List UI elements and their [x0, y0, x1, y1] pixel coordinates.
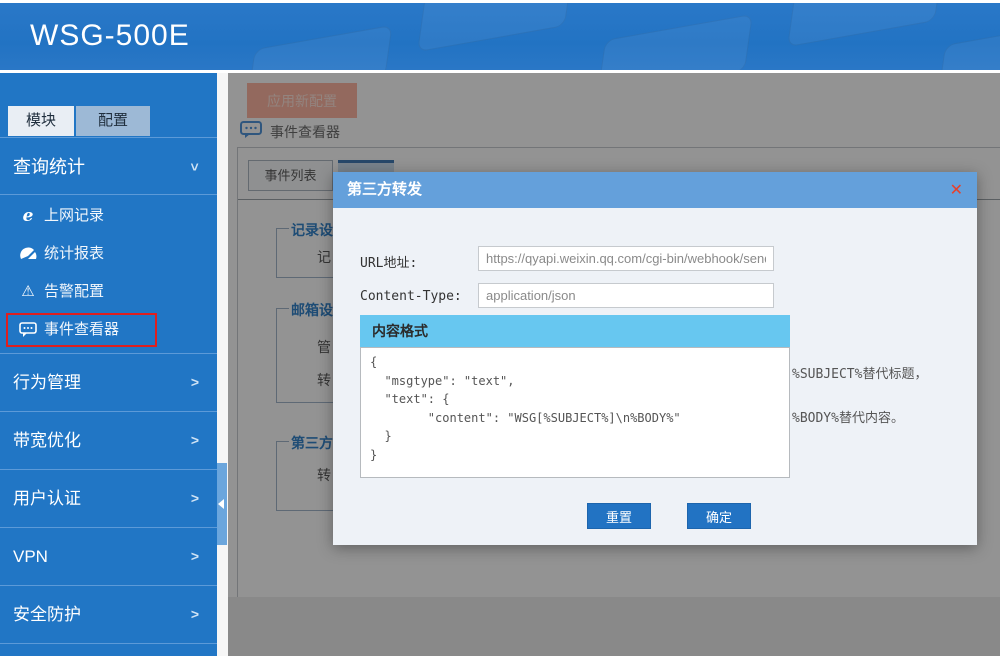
keyboard-texture — [787, 3, 943, 47]
sidebar-group-query-stats[interactable]: 查询统计 > — [0, 137, 217, 195]
chevron-right-icon: > — [191, 606, 199, 622]
sidebar-item-security-protection[interactable]: 安全防护 > — [0, 585, 217, 643]
chevron-right-icon: > — [191, 432, 199, 448]
sidebar-sections: 行为管理 > 带宽优化 > 用户认证 > VPN > 安全防护 > — [0, 353, 217, 656]
content-type-label: Content-Type: — [360, 289, 462, 304]
sidebar-collapse-handle[interactable] — [217, 463, 227, 545]
sidebar-item-behavior-management[interactable]: 行为管理 > — [0, 353, 217, 411]
sidebar-item-statistics-report[interactable]: 统计报表 — [0, 235, 217, 273]
sidebar-tab-config[interactable]: 配置 — [76, 106, 150, 136]
sidebar-tab-module[interactable]: 模块 — [8, 106, 74, 136]
sidebar-item-label: 统计报表 — [44, 245, 104, 262]
sidebar-section-partial — [0, 643, 217, 656]
sidebar-item-label: 告警配置 — [44, 283, 104, 300]
chevron-right-icon: > — [191, 490, 199, 506]
section-label: 带宽优化 — [13, 412, 81, 469]
url-input[interactable] — [478, 246, 774, 271]
sidebar-item-user-authentication[interactable]: 用户认证 > — [0, 469, 217, 527]
section-label: 安全防护 — [13, 586, 81, 643]
close-icon[interactable]: ✕ — [950, 181, 963, 199]
reset-button[interactable]: 重置 — [587, 503, 651, 529]
chevron-right-icon: > — [191, 374, 199, 390]
ie-icon: e — [18, 206, 38, 226]
url-field-label: URL地址: — [360, 252, 417, 271]
ok-button[interactable]: 确定 — [687, 503, 751, 529]
section-label: 行为管理 — [13, 354, 81, 411]
sidebar-item-alarm-config[interactable]: ⚠ 告警配置 — [0, 273, 217, 311]
collapse-arrow-icon — [218, 499, 224, 509]
dialog-titlebar[interactable]: 第三方转发 ✕ — [333, 172, 977, 208]
keyboard-texture — [417, 3, 573, 52]
content-format-header: 内容格式 — [360, 315, 790, 347]
sidebar-item-vpn[interactable]: VPN > — [0, 527, 217, 585]
chevron-down-icon: > — [187, 163, 203, 171]
keyboard-texture — [247, 25, 392, 70]
sidebar-item-event-viewer[interactable]: 事件查看器 — [0, 311, 217, 349]
sidebar-item-bandwidth-optimization[interactable]: 带宽优化 > — [0, 411, 217, 469]
dialog-title: 第三方转发 — [347, 172, 422, 208]
body-help-text: %BODY%替代内容。 — [792, 407, 904, 426]
section-label: 用户认证 — [13, 470, 81, 527]
report-icon — [18, 244, 38, 264]
content-type-input[interactable] — [478, 283, 774, 308]
sidebar-item-label: 事件查看器 — [44, 321, 119, 338]
alert-icon: ⚠ — [18, 282, 38, 302]
app-header: WSG-500E — [0, 3, 1000, 70]
sidebar-submenu: e 上网记录 统计报表 ⚠ 告警配置 事件查看器 — [0, 197, 217, 349]
sidebar-item-label: 上网记录 — [44, 207, 104, 224]
sidebar-gutter — [217, 73, 228, 656]
app-title: WSG-500E — [30, 19, 190, 53]
sidebar-item-internet-records[interactable]: e 上网记录 — [0, 197, 217, 235]
keyboard-texture — [597, 14, 753, 70]
third-party-forward-dialog: 第三方转发 ✕ URL地址: Content-Type: 内容格式 { "msg… — [333, 172, 977, 545]
content-format-textarea[interactable]: { "msgtype": "text", "text": { "content"… — [360, 347, 790, 478]
subject-help-text: %SUBJECT%替代标题， — [792, 363, 927, 382]
sidebar: 模块 配置 查询统计 > e 上网记录 统计报表 ⚠ 告警配置 — [0, 73, 217, 656]
chevron-right-icon: > — [191, 548, 199, 564]
section-label: VPN — [13, 528, 48, 585]
event-viewer-icon — [18, 320, 38, 340]
sidebar-group-label: 查询统计 — [13, 138, 85, 196]
keyboard-texture — [937, 19, 1000, 70]
